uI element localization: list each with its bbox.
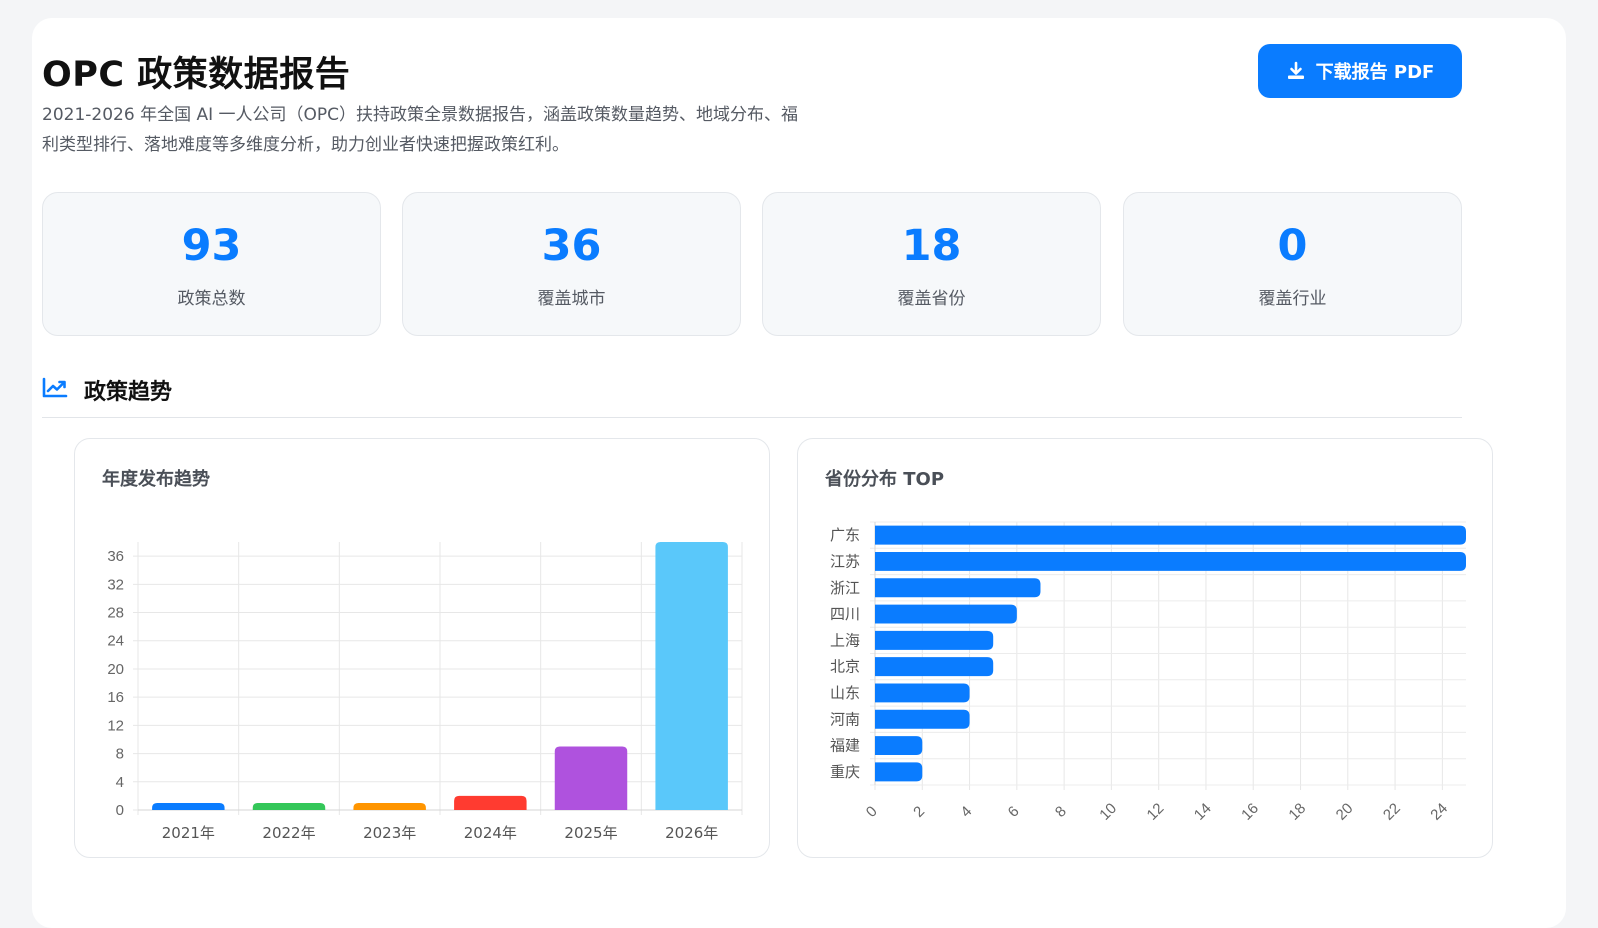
x-tick-label: 0 bbox=[863, 803, 881, 821]
stat-label: 覆盖省份 bbox=[897, 289, 966, 309]
y-tick-label: 36 bbox=[107, 548, 124, 565]
y-tick-label: 四川 bbox=[830, 605, 860, 623]
x-tick-label: 2021年 bbox=[162, 824, 215, 842]
page-description: 2021-2026 年全国 AI 一人公司（OPC）扶持政策全景数据报告，涵盖政… bbox=[42, 105, 799, 155]
bar bbox=[875, 551, 1466, 571]
bar bbox=[875, 525, 1466, 545]
stat-label: 覆盖行业 bbox=[1258, 289, 1327, 309]
y-tick-label: 上海 bbox=[830, 631, 860, 649]
page-title: OPC 政策数据报告 bbox=[42, 55, 351, 95]
x-tick-label: 2022年 bbox=[262, 824, 315, 842]
bar bbox=[875, 736, 923, 756]
section-header-trend: 政策趋势 bbox=[42, 374, 1462, 418]
y-tick-label: 32 bbox=[107, 576, 124, 593]
y-tick-label: 4 bbox=[116, 774, 124, 791]
y-tick-label: 北京 bbox=[830, 658, 860, 676]
download-icon bbox=[1287, 61, 1304, 79]
stat-value: 36 bbox=[541, 221, 602, 271]
x-tick-label: 4 bbox=[957, 803, 975, 821]
stats-row: 93 政策总数 36 覆盖城市 18 覆盖省份 0 覆盖行业 bbox=[42, 192, 1462, 336]
download-button-label: 下载报告 PDF bbox=[1315, 62, 1435, 83]
x-tick-label: 2023年 bbox=[363, 824, 416, 842]
section-title: 政策趋势 bbox=[84, 380, 173, 405]
x-tick-label: 20 bbox=[1333, 800, 1357, 824]
bar bbox=[875, 709, 970, 729]
bar bbox=[875, 683, 970, 703]
y-tick-label: 12 bbox=[107, 717, 124, 734]
stat-label: 覆盖城市 bbox=[537, 289, 606, 309]
bar bbox=[353, 802, 426, 810]
bar bbox=[152, 802, 225, 810]
y-tick-label: 江苏 bbox=[830, 552, 860, 570]
trend-chart-icon bbox=[42, 377, 68, 398]
y-tick-label: 8 bbox=[116, 746, 124, 763]
y-tick-label: 广东 bbox=[830, 526, 860, 544]
x-tick-label: 10 bbox=[1096, 800, 1120, 824]
x-tick-label: 8 bbox=[1052, 803, 1070, 821]
y-tick-label: 16 bbox=[107, 689, 124, 706]
y-tick-label: 24 bbox=[107, 633, 124, 650]
bar bbox=[554, 746, 628, 810]
x-tick-label: 2 bbox=[910, 803, 928, 821]
stat-value: 93 bbox=[181, 221, 242, 271]
x-tick-label: 6 bbox=[1005, 803, 1023, 821]
bar bbox=[875, 657, 994, 677]
y-tick-label: 20 bbox=[107, 661, 124, 678]
bar bbox=[875, 630, 994, 650]
bar bbox=[875, 578, 1041, 598]
x-tick-label: 12 bbox=[1144, 800, 1168, 824]
y-tick-label: 河南 bbox=[830, 710, 860, 728]
y-tick-label: 重庆 bbox=[830, 763, 860, 781]
stat-card-cities: 36 覆盖城市 bbox=[402, 192, 741, 336]
stat-card-industries: 0 覆盖行业 bbox=[1123, 192, 1462, 336]
stat-card-provinces: 18 覆盖省份 bbox=[762, 192, 1101, 336]
x-tick-label: 18 bbox=[1285, 800, 1309, 824]
x-tick-label: 24 bbox=[1427, 800, 1451, 824]
y-tick-label: 28 bbox=[107, 605, 124, 622]
bar bbox=[454, 795, 527, 810]
y-tick-label: 0 bbox=[116, 802, 124, 819]
province-top-chart: 0 2 4 6 8 10 12 14 16 18 20 22 24广东江苏浙江四川上海北京山东河南福建重… bbox=[830, 521, 1466, 824]
stat-value: 18 bbox=[901, 221, 962, 271]
x-tick-label: 2026年 bbox=[665, 824, 718, 842]
download-pdf-button[interactable]: 下载报告 PDF bbox=[1258, 44, 1462, 98]
bar bbox=[655, 542, 728, 810]
stat-value: 0 bbox=[1277, 221, 1308, 271]
stat-card-policies: 93 政策总数 bbox=[42, 192, 381, 336]
yearly-trend-chart: 0 4 8 12 16 20 24 28 32 36 2021年 2022年 2023年 2024年 202… bbox=[107, 542, 743, 842]
x-tick-label: 2024年 bbox=[464, 824, 517, 842]
x-tick-label: 2025年 bbox=[564, 824, 617, 842]
province-panel: 省份分布 TOP 0 2 4 6 8 10 12 14 16 18 20 22 24 广东 江苏 浙江 四川 上海… bbox=[797, 438, 1493, 858]
bar bbox=[875, 762, 923, 782]
x-tick-label: 22 bbox=[1380, 800, 1404, 824]
y-tick-label: 山东 bbox=[830, 684, 860, 702]
stat-label: 政策总数 bbox=[177, 289, 246, 309]
report-header: OPC 政策数据报告 2021-2026 年全国 AI 一人公司（OPC）扶持政… bbox=[42, 42, 1462, 172]
bar bbox=[875, 604, 1017, 624]
x-tick-label: 14 bbox=[1191, 800, 1215, 824]
y-tick-label: 浙江 bbox=[830, 579, 860, 597]
x-tick-label: 16 bbox=[1238, 800, 1262, 824]
bar bbox=[252, 802, 326, 810]
yearly-trend-panel: 年度发布趋势 0 4 8 12 16 20 24 28 32 36 2021年 2022年 2023年 2… bbox=[74, 438, 770, 858]
y-tick-label: 福建 bbox=[830, 737, 860, 755]
